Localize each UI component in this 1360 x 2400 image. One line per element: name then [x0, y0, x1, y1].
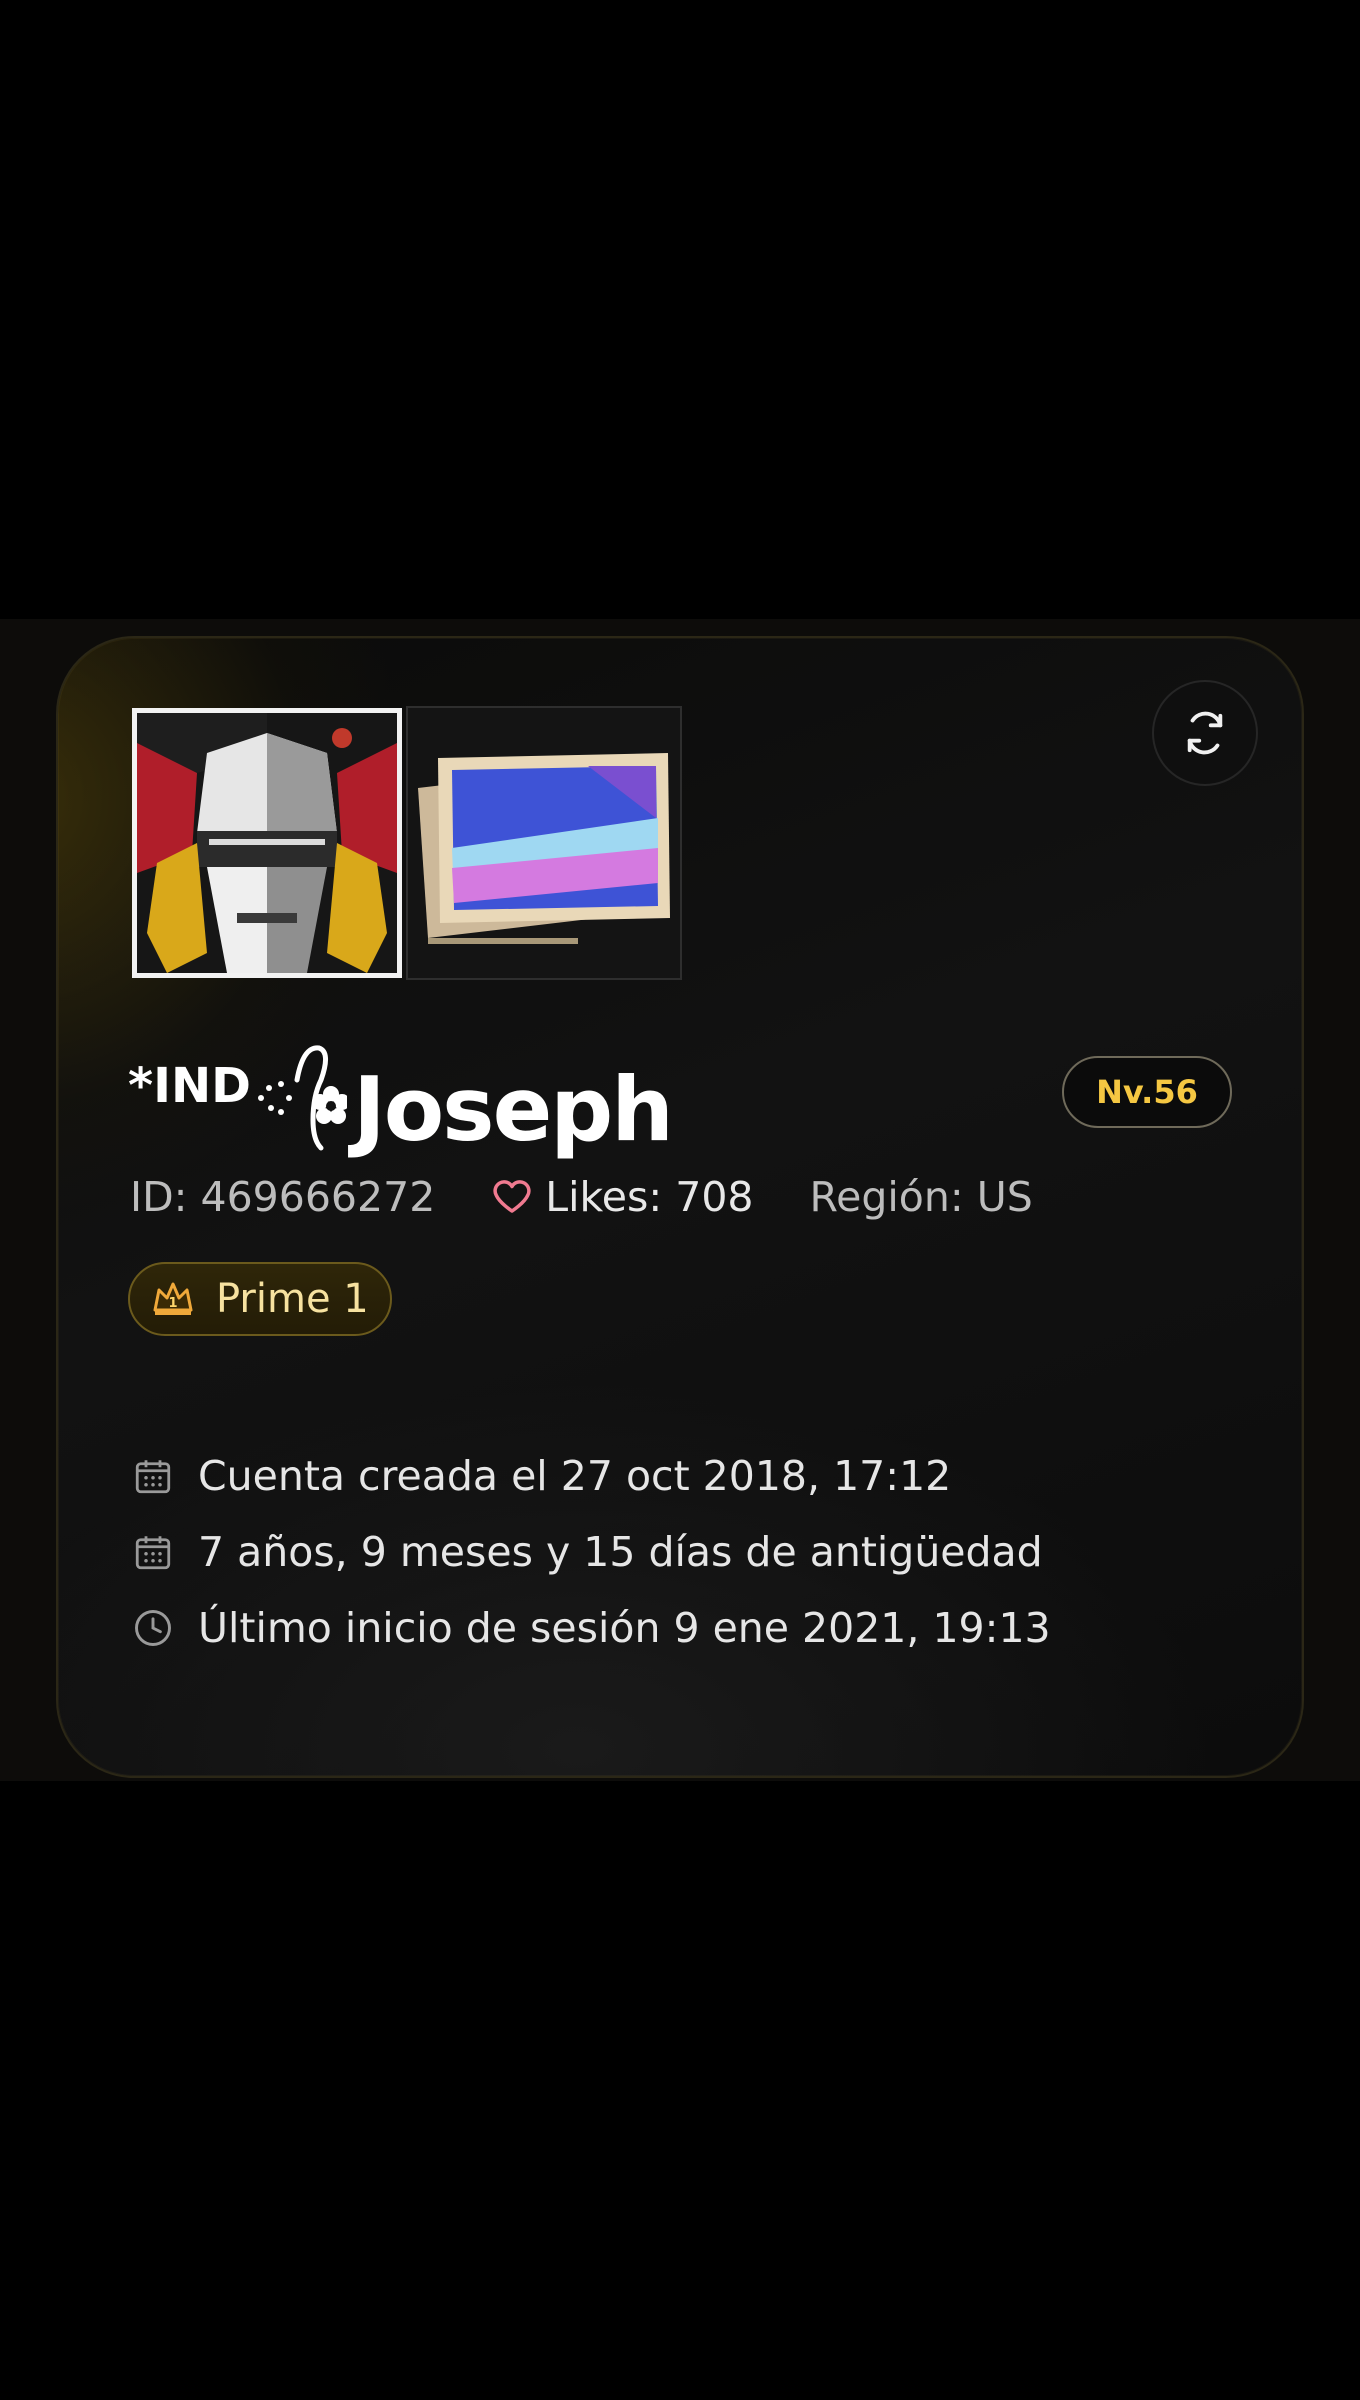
refresh-button[interactable]	[1152, 680, 1258, 786]
account-age-row: 7 años, 9 meses y 15 días de antigüedad	[130, 1514, 1051, 1590]
player-banner	[406, 706, 682, 980]
player-profile-card: *IND Joseph Nv.56 ID: 469666272 Likes: 7…	[56, 636, 1304, 1778]
player-likes: Likes: 708	[491, 1173, 753, 1221]
calendar-icon	[130, 1453, 176, 1499]
refresh-icon	[1187, 711, 1223, 755]
level-badge: Nv.56	[1062, 1056, 1232, 1128]
nickname-main: Joseph	[352, 1058, 674, 1161]
crown-number: 1	[168, 1296, 177, 1311]
player-meta-row: ID: 469666272 Likes: 708 Región: US	[130, 1162, 1033, 1232]
likes-text: Likes: 708	[545, 1173, 754, 1221]
nickname-prefix: *IND	[128, 1058, 251, 1114]
account-age-text: 7 años, 9 meses y 15 días de antigüedad	[198, 1528, 1043, 1576]
account-created-text: Cuenta creada el 27 oct 2018, 17:12	[198, 1452, 952, 1500]
heart-icon	[493, 1180, 531, 1213]
calendar-icon	[130, 1529, 176, 1575]
last-login-row: Último inicio de sesión 9 ene 2021, 19:1…	[130, 1590, 1051, 1666]
clock-icon	[130, 1605, 176, 1651]
player-avatar	[132, 708, 402, 978]
prime-badge: 1 Prime 1	[128, 1262, 392, 1336]
banner-image	[408, 708, 680, 978]
crown-icon: 1	[153, 1282, 193, 1315]
account-info-list: Cuenta creada el 27 oct 2018, 17:12 7 añ…	[130, 1438, 1051, 1666]
account-created-row: Cuenta creada el 27 oct 2018, 17:12	[130, 1438, 1051, 1514]
player-id: ID: 469666272	[130, 1173, 436, 1221]
player-nickname: *IND Joseph	[128, 1034, 674, 1161]
last-login-text: Último inicio de sesión 9 ene 2021, 19:1…	[198, 1604, 1051, 1652]
avatar-image	[137, 713, 397, 973]
nickname-ornament	[257, 1045, 347, 1151]
prime-label: Prime 1	[216, 1276, 369, 1322]
player-region: Región: US	[809, 1173, 1033, 1221]
